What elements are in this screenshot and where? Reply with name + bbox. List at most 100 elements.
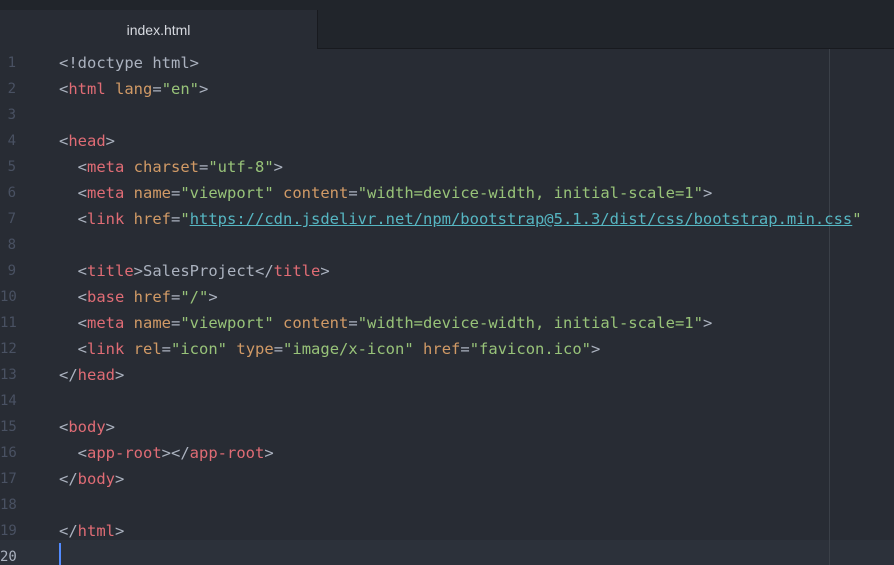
code-token: body (77, 470, 115, 488)
code-token: base (87, 288, 125, 306)
code-line[interactable]: <body> (59, 414, 115, 440)
code-token: = (171, 184, 181, 202)
wrap-guide (829, 49, 830, 565)
code-token: = (348, 184, 358, 202)
code-line[interactable]: </body> (59, 466, 124, 492)
code-token: "/" (180, 288, 209, 306)
code-line[interactable]: <html lang="en"> (59, 76, 208, 102)
code-token: < (59, 158, 87, 176)
line-number: 16 (0, 445, 17, 461)
code-token: = (152, 80, 162, 98)
code-line[interactable]: <link rel="icon" type="image/x-icon" hre… (59, 336, 601, 362)
code-token: > (702, 184, 713, 202)
line-number: 3 (7, 107, 16, 123)
code-token: meta (87, 184, 125, 202)
code-token: </ (59, 522, 78, 540)
line-number: 19 (0, 523, 17, 539)
code-token: "utf-8" (208, 158, 274, 176)
code-token: = (161, 340, 172, 358)
code-token: "viewport" (180, 314, 274, 332)
code-token: meta (87, 158, 125, 176)
code-token: < (59, 288, 87, 306)
line-number: 4 (7, 133, 16, 149)
code-editor[interactable]: 1 2 3 4 5 6 7 8 9 10 11 12 13 14 15 16 17 18 19 20 <!doctyp… (0, 49, 894, 565)
code-token: > (591, 340, 601, 358)
code-token: name (133, 314, 171, 332)
code-line[interactable]: <meta charset="utf-8"> (59, 154, 283, 180)
code-token: < (59, 340, 87, 358)
code-token: " (180, 210, 190, 228)
code-token: < (59, 314, 87, 332)
code-token: html (77, 522, 115, 540)
code-token: = (348, 314, 358, 332)
code-token: link (87, 210, 125, 228)
code-token: < (59, 444, 87, 462)
code-token: > (115, 366, 125, 384)
line-number: 6 (7, 185, 16, 201)
code-token: > (702, 314, 713, 332)
line-number-gutter[interactable]: 1 2 3 4 5 6 7 8 9 10 11 12 13 14 15 16 17 18 19 20 (0, 49, 28, 565)
code-line[interactable]: <head> (59, 128, 115, 154)
active-line-highlight (0, 540, 894, 565)
code-token: href (423, 340, 461, 358)
line-number: 12 (0, 341, 17, 357)
code-token: > (199, 80, 209, 98)
code-line[interactable]: <meta name="viewport" content="width=dev… (59, 180, 713, 206)
code-token: < (59, 418, 69, 436)
code-line[interactable]: </html> (59, 518, 124, 544)
code-token: = (171, 314, 181, 332)
code-token: = (273, 340, 284, 358)
code-token: = (199, 158, 209, 176)
code-token: "favicon.ico" (469, 340, 592, 358)
line-number: 2 (7, 81, 16, 97)
code-token: > (208, 288, 218, 306)
code-token: content (283, 314, 349, 332)
code-token: lang (115, 80, 153, 98)
code-token: "image/x-icon" (283, 340, 414, 358)
code-line[interactable]: <base href="/"> (59, 284, 218, 310)
code-token: html (68, 80, 106, 98)
code-token: href (133, 288, 171, 306)
code-token: </ (59, 366, 78, 384)
tab-bar: index.html (0, 0, 894, 49)
code-token: "width=device-width, initial-scale=1" (357, 184, 703, 202)
code-link[interactable]: https://cdn.jsdelivr.net/npm/bootstrap@5… (190, 210, 853, 228)
code-token: type (236, 340, 274, 358)
code-token: > (273, 158, 284, 176)
code-token: charset (133, 158, 199, 176)
code-token: = (171, 210, 181, 228)
tab-index-html[interactable]: index.html (0, 10, 318, 49)
code-token: = (460, 340, 470, 358)
code-token: > (105, 418, 116, 436)
tab-title: index.html (126, 21, 191, 38)
code-line[interactable]: <app-root></app-root> (59, 440, 274, 466)
code-line[interactable]: </head> (59, 362, 124, 388)
line-number: 20 (0, 549, 17, 565)
code-token: ></ (161, 444, 190, 462)
code-token: head (68, 132, 106, 150)
line-number: 8 (7, 237, 16, 253)
code-token: body (68, 418, 106, 436)
code-line[interactable]: <meta name="viewport" content="width=dev… (59, 310, 713, 336)
code-line[interactable]: <link href="https://cdn.jsdelivr.net/npm… (59, 206, 862, 232)
line-number: 5 (7, 159, 16, 175)
line-number: 1 (7, 55, 16, 71)
code-line[interactable]: <!doctype html> (59, 50, 199, 76)
code-token: > (320, 262, 330, 280)
code-token: > (115, 470, 125, 488)
code-token: >SalesProject</ (133, 262, 274, 280)
line-number: 18 (0, 497, 17, 513)
code-token: > (115, 522, 125, 540)
code-token: name (133, 184, 171, 202)
line-number: 7 (7, 211, 16, 227)
code-line[interactable]: <title>SalesProject</title> (59, 258, 330, 284)
